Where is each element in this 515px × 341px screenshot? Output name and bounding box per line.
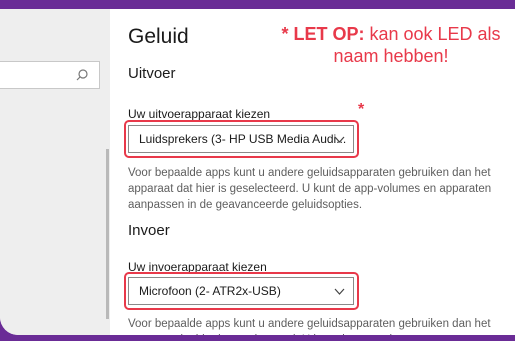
input-description: Voor bepaalde apps kunt u andere geluids…: [128, 318, 491, 335]
output-device-label: Uw uitvoerapparaat kiezen: [128, 107, 271, 121]
warning-note: * LET OP: kan ook LED als naam hebben!: [261, 23, 515, 67]
navigation-pane: [0, 9, 110, 335]
output-description: Voor bepaalde apps kunt u andere geluids…: [128, 167, 492, 211]
settings-window: Geluid * LET OP: kan ook LED als naam he…: [0, 9, 515, 335]
input-highlight-box: [124, 272, 359, 310]
page-title: Geluid: [128, 25, 189, 48]
output-highlight-box: [124, 120, 359, 158]
search-icon: [76, 69, 88, 81]
input-section-title: Invoer: [128, 222, 170, 239]
content-pane: Geluid * LET OP: kan ook LED als naam he…: [124, 9, 515, 335]
search-input[interactable]: [0, 61, 100, 89]
asterisk-marker: *: [358, 101, 365, 118]
warning-note-prefix: * LET OP:: [281, 24, 365, 44]
output-section-title: Uitvoer: [128, 65, 176, 82]
scrollbar[interactable]: [106, 149, 109, 319]
